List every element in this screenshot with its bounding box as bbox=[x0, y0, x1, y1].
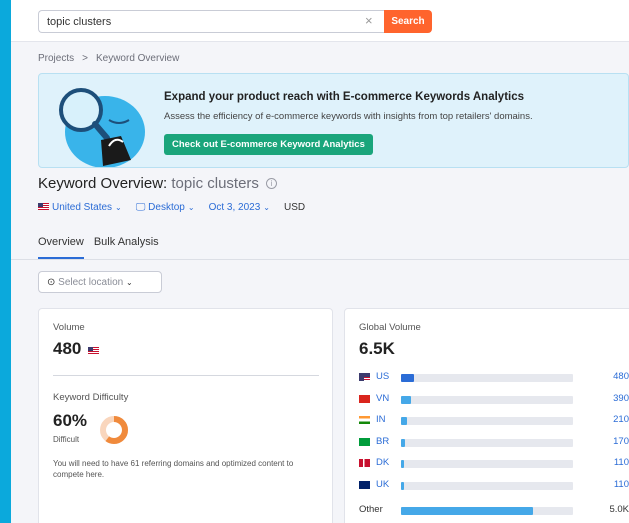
global-volume-row[interactable]: UK 110 bbox=[359, 479, 629, 493]
country-volume: 480 bbox=[613, 371, 629, 382]
search-input[interactable]: topic clusters bbox=[38, 10, 390, 33]
country-volume: 210 bbox=[613, 414, 629, 425]
kd-donut-icon bbox=[100, 416, 128, 444]
volume-bar-fill bbox=[401, 374, 414, 382]
country-volume: 390 bbox=[613, 392, 629, 404]
global-volume-row[interactable]: US 480 bbox=[359, 371, 629, 385]
volume-bar-track bbox=[401, 417, 573, 425]
volume-bar-fill bbox=[401, 507, 533, 515]
volume-bar-track bbox=[401, 395, 573, 404]
country-code: IN bbox=[376, 414, 386, 425]
chevron-down-icon: ⌄ bbox=[126, 278, 133, 287]
device-filter[interactable]: 🖵 Desktop ⌄ bbox=[136, 202, 195, 213]
banner-title: Expand your product reach with E-commerc… bbox=[164, 91, 525, 103]
country-code: UK bbox=[376, 478, 390, 490]
promo-banner: Expand your product reach with E-commerc… bbox=[38, 73, 629, 168]
global-volume-row[interactable]: DK 110 bbox=[359, 457, 629, 471]
top-search-bar: topic clusters × Search bbox=[11, 0, 629, 42]
volume-bar-fill bbox=[401, 481, 404, 490]
global-volume-card: Global Volume 6.5K US 480 VN 390 IN 210 BR 170 D… bbox=[344, 308, 629, 523]
country-volume: 110 bbox=[613, 478, 629, 490]
uk-flag-icon bbox=[359, 480, 370, 489]
volume-value: 480 bbox=[53, 339, 102, 359]
country-code: US bbox=[376, 371, 390, 382]
divider bbox=[53, 375, 319, 376]
in-flag-icon bbox=[359, 416, 370, 424]
dk-flag-icon bbox=[359, 459, 370, 467]
date-filter-label: Oct 3, 2023 bbox=[208, 202, 261, 213]
location-pin-icon: ⊙ bbox=[47, 277, 56, 288]
kd-note: You will need to have 61 referring domai… bbox=[53, 459, 294, 479]
global-volume-row[interactable]: Other 5.0K bbox=[359, 504, 629, 518]
us-flag-icon bbox=[38, 203, 49, 210]
global-volume-label: Global Volume bbox=[359, 322, 421, 333]
breadcrumb-projects[interactable]: Projects bbox=[38, 53, 74, 64]
kd-value: 60% bbox=[53, 411, 88, 430]
volume-bar-track bbox=[401, 507, 573, 515]
location-select-placeholder: Select location bbox=[58, 277, 124, 288]
us-flag-icon bbox=[359, 373, 370, 381]
breadcrumb-separator-icon: > bbox=[82, 53, 88, 64]
vn-flag-icon bbox=[359, 394, 370, 403]
banner-subtitle: Assess the efficiency of e-commerce keyw… bbox=[164, 111, 533, 122]
currency-label: USD bbox=[283, 202, 306, 213]
clear-icon[interactable]: × bbox=[365, 14, 373, 28]
volume-bar-fill bbox=[401, 417, 407, 425]
device-filter-label: Desktop bbox=[148, 202, 185, 213]
tab-bulk-analysis[interactable]: Bulk Analysis bbox=[94, 230, 159, 259]
page-title-prefix: Keyword Overview: bbox=[38, 175, 168, 192]
kd-level: Difficult bbox=[53, 435, 80, 444]
country-filter-label: United States bbox=[52, 202, 113, 213]
global-volume-row[interactable]: BR 170 bbox=[359, 436, 629, 450]
chevron-down-icon: ⌄ bbox=[187, 203, 195, 212]
volume-card: Volume 480 Keyword Difficulty 60% Diffic… bbox=[38, 308, 333, 523]
ecommerce-analytics-button[interactable]: Check out E-commerce Keyword Analytics bbox=[164, 134, 373, 155]
chevron-down-icon: ⌄ bbox=[115, 203, 122, 212]
us-flag-icon bbox=[88, 347, 100, 354]
breadcrumb: Projects > Keyword Overview bbox=[38, 53, 179, 64]
page-title-keyword: topic clusters bbox=[171, 175, 259, 192]
volume-number: 480 bbox=[53, 339, 82, 358]
br-flag-icon bbox=[359, 437, 370, 446]
country-filter[interactable]: United States ⌄ bbox=[38, 202, 122, 213]
volume-label: Volume bbox=[53, 322, 85, 333]
global-volume-row[interactable]: VN 390 bbox=[359, 393, 629, 407]
global-volume-total: 6.5K bbox=[359, 339, 395, 358]
kd-label: Keyword Difficulty bbox=[53, 392, 129, 403]
info-icon[interactable]: i bbox=[266, 178, 278, 189]
app-frame: topic clusters × Search Projects > Keywo… bbox=[11, 0, 629, 523]
tab-overview[interactable]: Overview bbox=[38, 230, 84, 259]
search-button[interactable]: Search bbox=[384, 10, 432, 33]
country-code: Other bbox=[359, 504, 383, 515]
global-volume-row[interactable]: IN 210 bbox=[359, 414, 629, 428]
magnifier-illustration-icon bbox=[59, 88, 145, 167]
desktop-icon: 🖵 bbox=[135, 202, 146, 213]
tabs: Overview Bulk Analysis bbox=[11, 230, 629, 260]
date-filter[interactable]: Oct 3, 2023 ⌄ bbox=[209, 202, 270, 213]
location-select[interactable]: ⊙ Select location ⌄ bbox=[38, 271, 162, 293]
country-volume: 170 bbox=[613, 435, 629, 447]
country-volume: 110 bbox=[613, 457, 629, 468]
country-code: VN bbox=[376, 392, 390, 404]
volume-bar-track bbox=[401, 374, 573, 382]
filters-row: United States ⌄ 🖵 Desktop ⌄ Oct 3, 2023 ⌄ U… bbox=[38, 202, 305, 213]
volume-bar-fill bbox=[401, 460, 404, 468]
country-volume: 5.0K bbox=[609, 504, 629, 515]
volume-bar-fill bbox=[401, 395, 411, 404]
country-code: BR bbox=[376, 435, 390, 447]
volume-bar-track bbox=[401, 481, 573, 490]
country-code: DK bbox=[376, 457, 390, 468]
page-title: Keyword Overview: topic clusters i bbox=[38, 175, 278, 192]
chevron-down-icon: ⌄ bbox=[263, 203, 270, 212]
volume-bar-fill bbox=[401, 438, 405, 447]
volume-bar-track bbox=[401, 438, 573, 447]
volume-bar-track bbox=[401, 460, 573, 468]
breadcrumb-current: Keyword Overview bbox=[95, 53, 180, 64]
